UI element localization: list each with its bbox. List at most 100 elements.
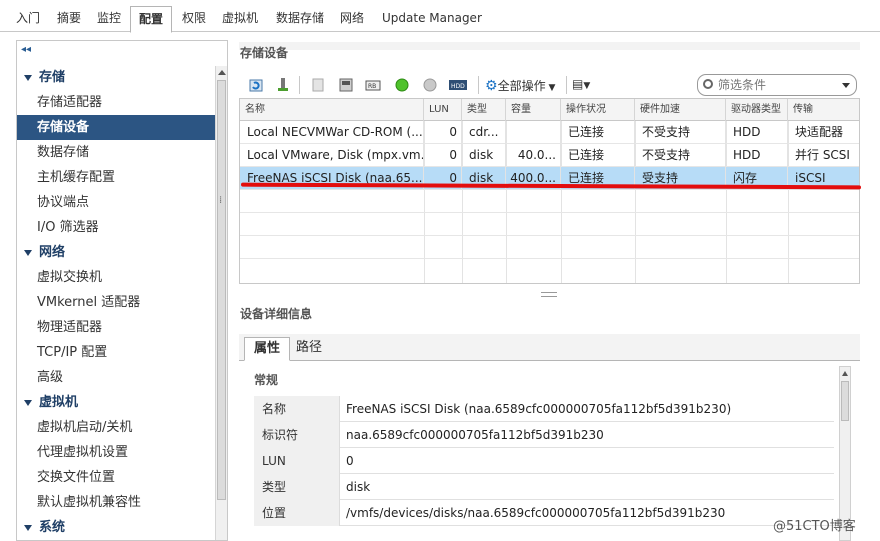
col-status[interactable]: 操作状况 — [561, 99, 635, 121]
property-value: disk — [346, 480, 371, 494]
all-actions-label: 全部操作 — [497, 79, 546, 93]
table-row[interactable]: Local NECVMWar CD-ROM (... 0 cdr... 已连接 … — [240, 121, 859, 144]
cell-hw-accel: 不受支持 — [635, 144, 726, 167]
tab-properties[interactable]: 属性 — [244, 337, 291, 361]
scroll-thumb[interactable] — [841, 381, 849, 421]
tab-summary[interactable]: 摘要 — [49, 6, 89, 32]
tab-monitor[interactable]: 监控 — [89, 6, 129, 32]
col-name[interactable]: 名称 — [240, 99, 424, 121]
nav-item-swap-file[interactable]: 交换文件位置 — [17, 465, 216, 490]
property-value: naa.6589cfc000000705fa112bf5d391b230 — [346, 428, 604, 442]
nav-item-storage-devices[interactable]: 存储设备 — [17, 115, 216, 140]
nav-item-vm-startup[interactable]: 虚拟机启动/关机 — [17, 415, 216, 440]
nav-section-storage[interactable]: 存储 — [17, 65, 216, 90]
nav-item-agent-vm[interactable]: 代理虚拟机设置 — [17, 440, 216, 465]
cell-transport: 块适配器 — [795, 125, 844, 139]
chevron-down-icon: ▼ — [545, 83, 556, 93]
col-type[interactable]: 类型 — [462, 99, 506, 121]
collapse-nav-icon[interactable]: ◂◂ — [21, 44, 31, 55]
property-key: 名称 — [254, 396, 340, 422]
table-row-empty — [240, 190, 859, 213]
refresh-icon[interactable] — [248, 77, 264, 93]
watermark: @51CTO博客 — [773, 519, 856, 534]
tab-configure[interactable]: 配置 — [130, 6, 173, 33]
resize-grip[interactable] — [541, 292, 557, 297]
pane-splitter[interactable]: ⁞ — [219, 195, 222, 206]
nav-item-vm-compat[interactable]: 默认虚拟机兼容性 — [17, 490, 216, 515]
cell-transport: 并行 SCSI — [795, 148, 850, 162]
col-drive-type[interactable]: 驱动器类型 — [726, 99, 788, 121]
hdd-icon[interactable]: HDD — [449, 77, 467, 93]
tab-paths[interactable]: 路径 — [287, 337, 331, 361]
disk-icon[interactable] — [338, 77, 354, 93]
nav-section-system[interactable]: 系统 — [17, 515, 216, 540]
tab-update-manager[interactable]: Update Manager — [374, 6, 490, 32]
export-menu[interactable]: ▤▼ — [572, 77, 590, 91]
device-table: 名称 LUN 类型 容量 操作状况 硬件加速 驱动器类型 传输 Local NE… — [239, 98, 860, 284]
svg-text:HDD: HDD — [451, 83, 465, 90]
filter-input[interactable] — [718, 77, 836, 93]
top-tab-bar: 入门 摘要 监控 配置 权限 虚拟机 数据存储 网络 Update Manage… — [0, 0, 880, 33]
expand-triangle-icon — [24, 524, 32, 531]
nav-item-host-cache[interactable]: 主机缓存配置 — [17, 165, 216, 190]
svg-text:RB: RB — [368, 83, 376, 90]
property-row: 类型 disk — [254, 474, 834, 500]
tab-networks[interactable]: 网络 — [332, 6, 372, 32]
col-hw-accel[interactable]: 硬件加速 — [635, 99, 726, 121]
nav-item-advanced[interactable]: 高级 — [17, 365, 216, 390]
cell-capacity — [506, 121, 561, 144]
property-key: 标识符 — [254, 422, 340, 448]
nav-item-protocol-endpoints[interactable]: 协议端点 — [17, 190, 216, 215]
property-row: 名称 FreeNAS iSCSI Disk (naa.6589cfc000000… — [254, 396, 834, 422]
table-row[interactable]: Local VMware, Disk (mpx.vm... 0 disk 40.… — [240, 144, 859, 167]
nav-item-tcpip[interactable]: TCP/IP 配置 — [17, 340, 216, 365]
all-actions-menu[interactable]: ⚙全部操作 ▼ — [485, 77, 555, 94]
expand-triangle-icon — [24, 74, 32, 81]
gray-circle-icon[interactable] — [422, 77, 438, 93]
nav-section-vm[interactable]: 虚拟机 — [17, 390, 216, 415]
nav-item-io-filters[interactable]: I/O 筛选器 — [17, 215, 216, 240]
scroll-up-icon[interactable] — [218, 70, 226, 75]
nav-item-storage-adapters[interactable]: 存储适配器 — [17, 90, 216, 115]
export-icon: ▤ — [572, 77, 584, 91]
cell-status: 已连接 — [561, 144, 635, 167]
cell-lun: 0 — [424, 121, 462, 144]
property-value: /vmfs/devices/disks/naa.6589cfc000000705… — [346, 506, 726, 520]
cell-status: 已连接 — [561, 121, 635, 144]
scroll-up-icon[interactable] — [842, 371, 848, 376]
nav-item-physical-adapters[interactable]: 物理适配器 — [17, 315, 216, 340]
filter-dropdown-icon[interactable] — [842, 83, 850, 88]
cell-lun: 0 — [424, 144, 462, 167]
property-row: 标识符 naa.6589cfc000000705fa112bf5d391b230 — [254, 422, 834, 448]
tab-datastores[interactable]: 数据存储 — [268, 6, 332, 32]
property-row: 位置 /vmfs/devices/disks/naa.6589cfc000000… — [254, 500, 834, 526]
cell-drive-type: HDD — [726, 144, 788, 167]
panel-title: 存储设备 — [240, 46, 289, 60]
col-lun[interactable]: LUN — [424, 99, 462, 121]
nav-item-vmkernel[interactable]: VMkernel 适配器 — [17, 290, 216, 315]
green-circle-icon[interactable] — [394, 77, 410, 93]
expand-triangle-icon — [24, 249, 32, 256]
nav-scrollbar[interactable] — [215, 66, 227, 540]
gear-icon: ⚙ — [485, 78, 498, 94]
cell-name: Local VMware, Disk (mpx.vm... — [240, 144, 424, 167]
toolbar-separator — [299, 76, 300, 94]
nav-item-vswitches[interactable]: 虚拟交换机 — [17, 265, 216, 290]
cell-type: cdr... — [462, 121, 506, 144]
cell-capacity: 40.0... — [506, 144, 561, 167]
col-transport[interactable]: 传输 — [788, 99, 859, 121]
col-capacity[interactable]: 容量 — [506, 99, 561, 121]
tab-vms[interactable]: 虚拟机 — [214, 6, 266, 32]
toolbar-separator — [566, 76, 567, 94]
nav-section-network[interactable]: 网络 — [17, 240, 216, 265]
detach-icon[interactable] — [310, 77, 326, 93]
tab-permissions[interactable]: 权限 — [174, 6, 214, 32]
attach-icon[interactable] — [275, 77, 291, 93]
tab-getting-started[interactable]: 入门 — [8, 6, 48, 32]
scroll-thumb[interactable] — [217, 80, 226, 500]
device-icon[interactable]: RB — [365, 77, 381, 93]
cell-type: disk — [462, 144, 506, 167]
chevron-down-icon: ▼ — [583, 81, 591, 91]
cell-drive-type: HDD — [726, 121, 788, 144]
nav-item-datastores[interactable]: 数据存储 — [17, 140, 216, 165]
